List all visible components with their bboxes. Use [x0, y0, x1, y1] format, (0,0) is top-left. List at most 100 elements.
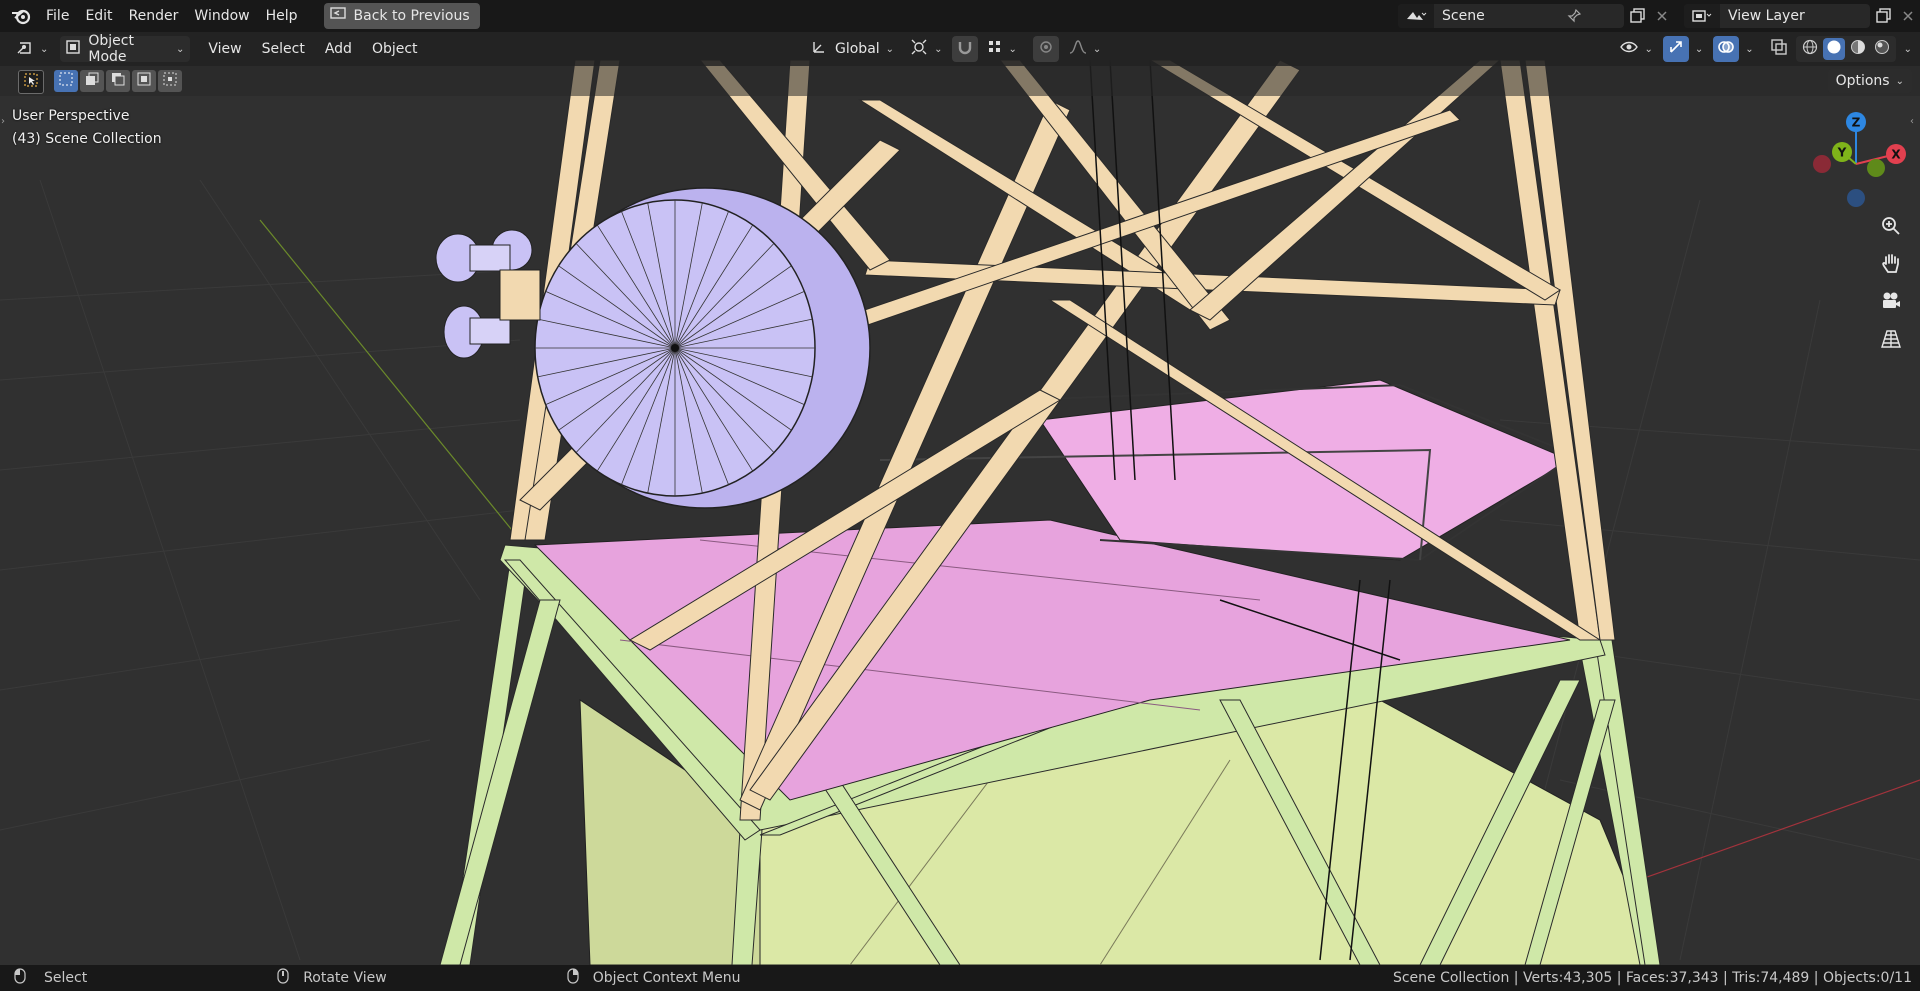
cursor-arrow-icon — [24, 73, 38, 91]
select-extend-button[interactable] — [80, 70, 104, 92]
x-axis-label: X — [1891, 148, 1901, 162]
delete-view-layer-icon[interactable] — [1896, 4, 1920, 28]
status-bar: Select Rotate View Object Context Menu S… — [0, 965, 1920, 991]
menu-window[interactable]: Window — [186, 4, 257, 28]
transform-orientation-selector[interactable]: Global ⌄ — [805, 36, 900, 62]
blender-logo-icon[interactable] — [10, 5, 32, 27]
view-layer-icon[interactable] — [1684, 4, 1720, 28]
view-perspective-label: User Perspective — [12, 108, 130, 124]
scene-icon[interactable] — [1398, 4, 1434, 28]
falloff-selector[interactable]: ⌄ — [1063, 36, 1107, 62]
falloff-curve-icon — [1069, 40, 1087, 58]
pan-view-button[interactable] — [1876, 250, 1906, 280]
selection-mode-group — [54, 70, 182, 92]
chevron-down-icon: ⌄ — [885, 43, 895, 55]
chevron-down-icon[interactable]: ⌄ — [1904, 44, 1912, 55]
solid-shading-button[interactable] — [1822, 38, 1845, 60]
menu-select[interactable]: Select — [252, 41, 315, 57]
status-context-hint: Object Context Menu — [567, 968, 741, 988]
back-screen-icon — [329, 7, 346, 25]
menu-help[interactable]: Help — [258, 4, 306, 28]
select-intersect-button[interactable] — [158, 70, 182, 92]
navigation-gizmo[interactable]: Z X Y — [1806, 108, 1916, 214]
select-subtract-button[interactable] — [106, 70, 130, 92]
view-layer-name[interactable]: View Layer — [1720, 8, 1848, 24]
select-invert-button[interactable] — [132, 70, 156, 92]
gizmo-arrows-icon — [1668, 39, 1684, 59]
chevron-down-icon: ⌄ — [934, 43, 943, 55]
scene-statistics: Scene Collection | Verts:43,305 | Faces:… — [1392, 970, 1912, 986]
wireframe-shading-button[interactable] — [1799, 38, 1821, 60]
menu-object[interactable]: Object — [362, 41, 428, 57]
top-bar: File Edit Render Window Help Back to Pre… — [0, 0, 1920, 32]
neg-x-axis-handle — [1813, 155, 1831, 173]
new-scene-icon[interactable] — [1626, 4, 1650, 28]
scene-name[interactable]: Scene — [1434, 8, 1562, 24]
shading-mode-group — [1795, 36, 1896, 62]
pivot-point-selector[interactable]: ⌄ — [904, 36, 948, 62]
grid-perspective-icon — [1881, 329, 1901, 353]
zoom-view-button[interactable] — [1876, 213, 1906, 243]
hand-icon — [1881, 252, 1901, 278]
menu-edit[interactable]: Edit — [77, 4, 120, 28]
snap-toggle[interactable] — [952, 36, 979, 62]
options-dropdown[interactable]: Options ⌄ — [1827, 69, 1912, 93]
options-label: Options — [1835, 73, 1890, 89]
view-layer-selector[interactable]: View Layer — [1684, 4, 1870, 28]
chevron-down-icon: ⌄ — [1895, 75, 1904, 87]
object-mode-icon — [66, 40, 81, 58]
chevron-down-icon: ⌄ — [1644, 43, 1653, 55]
mouse-right-icon — [567, 968, 579, 988]
mode-selector[interactable]: Object Mode ⌄ — [60, 33, 191, 65]
menu-add[interactable]: Add — [315, 41, 362, 57]
editor-type-button[interactable]: ⌄ — [10, 36, 54, 62]
mouse-middle-icon — [277, 968, 289, 988]
snap-target-selector[interactable]: ⌄ — [982, 36, 1022, 62]
eye-icon — [1620, 40, 1639, 58]
magnifier-zoom-icon — [1881, 216, 1901, 240]
select-tool-button[interactable] — [18, 70, 44, 94]
chevron-down-icon: ⌄ — [1092, 43, 1102, 55]
tool-settings-row: Options ⌄ — [0, 66, 1920, 96]
visibility-selector[interactable]: ⌄ — [1614, 36, 1658, 62]
camera-view-button[interactable] — [1876, 288, 1906, 318]
menu-file[interactable]: File — [38, 4, 77, 28]
scene-selector[interactable]: Scene — [1398, 4, 1624, 28]
pin-icon[interactable] — [1562, 4, 1586, 28]
material-shading-button[interactable] — [1847, 38, 1869, 60]
mode-label: Object Mode — [88, 33, 134, 65]
chevron-down-icon[interactable]: ⌄ — [1745, 44, 1753, 55]
proportional-icon — [1039, 40, 1053, 58]
proportional-editing-toggle[interactable] — [1032, 36, 1059, 62]
overlays-toggle[interactable] — [1713, 36, 1740, 62]
xray-toggle[interactable] — [1766, 36, 1792, 62]
scene-collection-label: (43) Scene Collection — [12, 131, 162, 147]
status-rotate-label: Rotate View — [303, 970, 387, 986]
perspective-toggle-button[interactable] — [1876, 326, 1906, 356]
y-axis-label: Y — [1837, 146, 1847, 160]
status-context-label: Object Context Menu — [592, 970, 741, 986]
select-invert-icon — [137, 72, 151, 90]
delete-scene-icon[interactable] — [1650, 4, 1674, 28]
editor-type-icon — [16, 39, 34, 59]
status-select-hint: Select — [14, 968, 87, 988]
orientation-label: Global — [835, 41, 880, 57]
select-new-button[interactable] — [54, 70, 78, 92]
magnet-icon — [957, 39, 973, 59]
back-to-previous-button[interactable]: Back to Previous — [323, 3, 480, 29]
viewport-header: ⌄ Object Mode ⌄ View Select Add Object G… — [0, 32, 1920, 66]
rendered-shading-button[interactable] — [1871, 38, 1893, 60]
gizmo-toggle[interactable] — [1662, 36, 1689, 62]
orientation-icon — [811, 39, 827, 59]
menu-render[interactable]: Render — [121, 4, 187, 28]
back-to-previous-label: Back to Previous — [353, 8, 470, 24]
left-region-toggle-icon[interactable]: › — [1, 116, 5, 127]
chevron-down-icon: ⌄ — [40, 43, 49, 55]
xray-icon — [1770, 39, 1787, 59]
new-view-layer-icon[interactable] — [1872, 4, 1896, 28]
pivot-icon — [910, 38, 928, 60]
material-sphere-icon — [1850, 39, 1866, 59]
chevron-down-icon[interactable]: ⌄ — [1695, 44, 1703, 55]
3d-viewport[interactable] — [0, 0, 1920, 991]
menu-view[interactable]: View — [198, 41, 251, 57]
